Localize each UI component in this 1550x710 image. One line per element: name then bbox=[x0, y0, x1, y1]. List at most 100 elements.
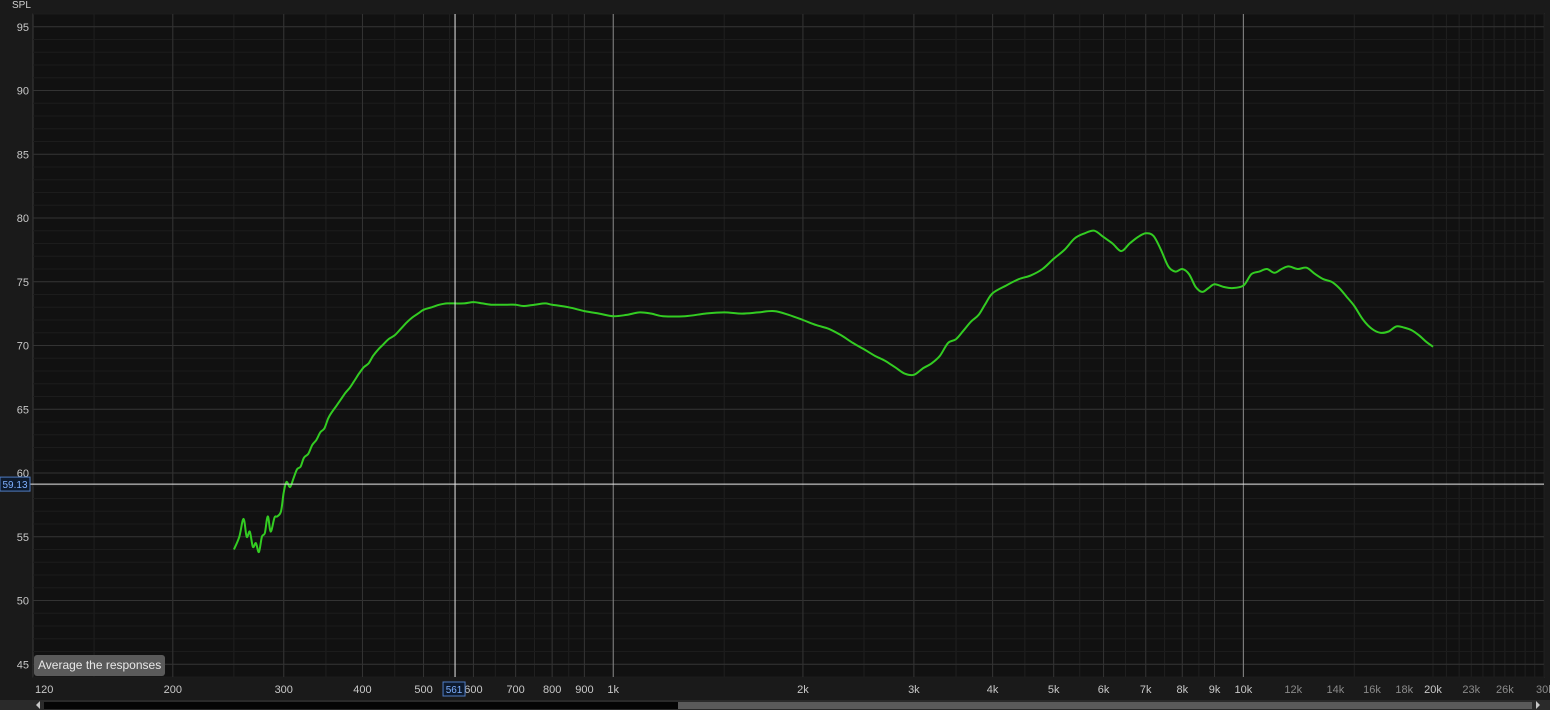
data-point bbox=[978, 314, 979, 315]
data-point bbox=[1281, 268, 1282, 269]
average-responses-button[interactable]: Average the responses bbox=[34, 655, 166, 676]
data-point bbox=[852, 342, 853, 343]
data-point bbox=[394, 335, 395, 336]
x-tick-label: 1k bbox=[607, 684, 619, 696]
x-tick-label: 200 bbox=[164, 684, 182, 696]
data-point bbox=[324, 428, 325, 429]
scroll-track[interactable] bbox=[44, 702, 1532, 709]
data-point bbox=[1306, 267, 1307, 268]
data-point bbox=[473, 302, 474, 303]
data-point bbox=[388, 339, 389, 340]
x-tick-label: 16k bbox=[1363, 684, 1381, 696]
data-point bbox=[1274, 272, 1275, 273]
scroll-right-arrow-icon[interactable] bbox=[1536, 701, 1540, 709]
data-point bbox=[1315, 274, 1316, 275]
x-tick-label: 300 bbox=[275, 684, 293, 696]
cursor-x-readout: 561 bbox=[446, 685, 463, 696]
data-point bbox=[312, 444, 313, 445]
data-point bbox=[705, 313, 706, 314]
data-point bbox=[1175, 271, 1176, 272]
data-point bbox=[552, 304, 553, 305]
data-point bbox=[1380, 332, 1381, 333]
data-point bbox=[626, 314, 627, 315]
data-point bbox=[373, 355, 374, 356]
data-point bbox=[1195, 286, 1196, 287]
data-point bbox=[1223, 286, 1224, 287]
data-point bbox=[378, 349, 379, 350]
data-point bbox=[417, 313, 418, 314]
data-point bbox=[741, 313, 742, 314]
scroll-thumb[interactable] bbox=[44, 702, 678, 709]
x-axis-labels: 120 200 300 400 500 600 700 800 900 1k 2k 3k 4k 5k 6k 7… bbox=[35, 684, 1550, 696]
y-tick-label: 45 bbox=[17, 659, 29, 671]
data-point bbox=[400, 328, 401, 329]
data-point bbox=[956, 339, 957, 340]
data-point bbox=[874, 355, 875, 356]
data-point bbox=[341, 399, 342, 400]
data-point bbox=[971, 321, 972, 322]
data-point bbox=[280, 511, 281, 512]
x-tick-label: 20k bbox=[1424, 684, 1442, 696]
data-point bbox=[349, 387, 350, 388]
x-tick-label: 7k bbox=[1140, 684, 1152, 696]
data-point bbox=[264, 532, 265, 533]
data-point bbox=[1074, 238, 1075, 239]
data-point bbox=[1346, 297, 1347, 298]
data-point bbox=[1121, 251, 1122, 252]
data-point bbox=[939, 355, 940, 356]
horizontal-scrollbar[interactable] bbox=[0, 700, 1550, 710]
data-point bbox=[507, 304, 508, 305]
x-tick-label: 600 bbox=[464, 684, 482, 696]
data-point bbox=[363, 367, 364, 368]
data-point bbox=[1432, 346, 1433, 347]
data-point bbox=[423, 309, 424, 310]
data-point bbox=[599, 313, 600, 314]
y-tick-label: 75 bbox=[17, 277, 29, 289]
data-point bbox=[568, 307, 569, 308]
frequency-response-chart[interactable]: 9590858075706560555045 120 200 300 400 500 60… bbox=[0, 0, 1550, 710]
data-point bbox=[663, 316, 664, 317]
data-point bbox=[1094, 230, 1095, 231]
data-point bbox=[931, 363, 932, 364]
data-point bbox=[1323, 279, 1324, 280]
data-point bbox=[1418, 335, 1419, 336]
data-point bbox=[1426, 341, 1427, 342]
data-point bbox=[297, 469, 298, 470]
data-point bbox=[545, 303, 546, 304]
data-point bbox=[249, 531, 250, 532]
data-point bbox=[515, 304, 516, 305]
data-point bbox=[684, 316, 685, 317]
data-point bbox=[328, 418, 329, 419]
data-point bbox=[277, 516, 278, 517]
data-point bbox=[491, 304, 492, 305]
y-tick-label: 90 bbox=[17, 86, 29, 98]
x-tick-label: 2k bbox=[797, 684, 809, 696]
data-point bbox=[1030, 275, 1031, 276]
data-point bbox=[283, 492, 284, 493]
data-point bbox=[913, 374, 914, 375]
data-point bbox=[354, 381, 355, 382]
data-point bbox=[922, 368, 923, 369]
data-point bbox=[1084, 233, 1085, 234]
data-point bbox=[1129, 243, 1130, 244]
data-point bbox=[1297, 268, 1298, 269]
data-point bbox=[534, 304, 535, 305]
x-tick-label: 10k bbox=[1234, 684, 1252, 696]
y-tick-label: 80 bbox=[17, 213, 29, 225]
data-point bbox=[1182, 268, 1183, 269]
y-axis-unit-label: SPL bbox=[12, 0, 31, 11]
data-point bbox=[1160, 249, 1161, 250]
x-tick-label: 3k bbox=[908, 684, 920, 696]
data-point bbox=[894, 367, 895, 368]
data-point bbox=[316, 439, 317, 440]
x-tick-label: 8k bbox=[1176, 684, 1188, 696]
data-point bbox=[267, 516, 268, 517]
x-tick-label: 14k bbox=[1327, 684, 1345, 696]
data-point bbox=[1214, 284, 1215, 285]
scroll-left-arrow-icon[interactable] bbox=[36, 701, 40, 709]
y-tick-label: 65 bbox=[17, 404, 29, 416]
y-axis-labels: 9590858075706560555045 bbox=[17, 22, 29, 672]
data-point bbox=[802, 319, 803, 320]
data-point bbox=[412, 317, 413, 318]
data-point bbox=[1354, 305, 1355, 306]
